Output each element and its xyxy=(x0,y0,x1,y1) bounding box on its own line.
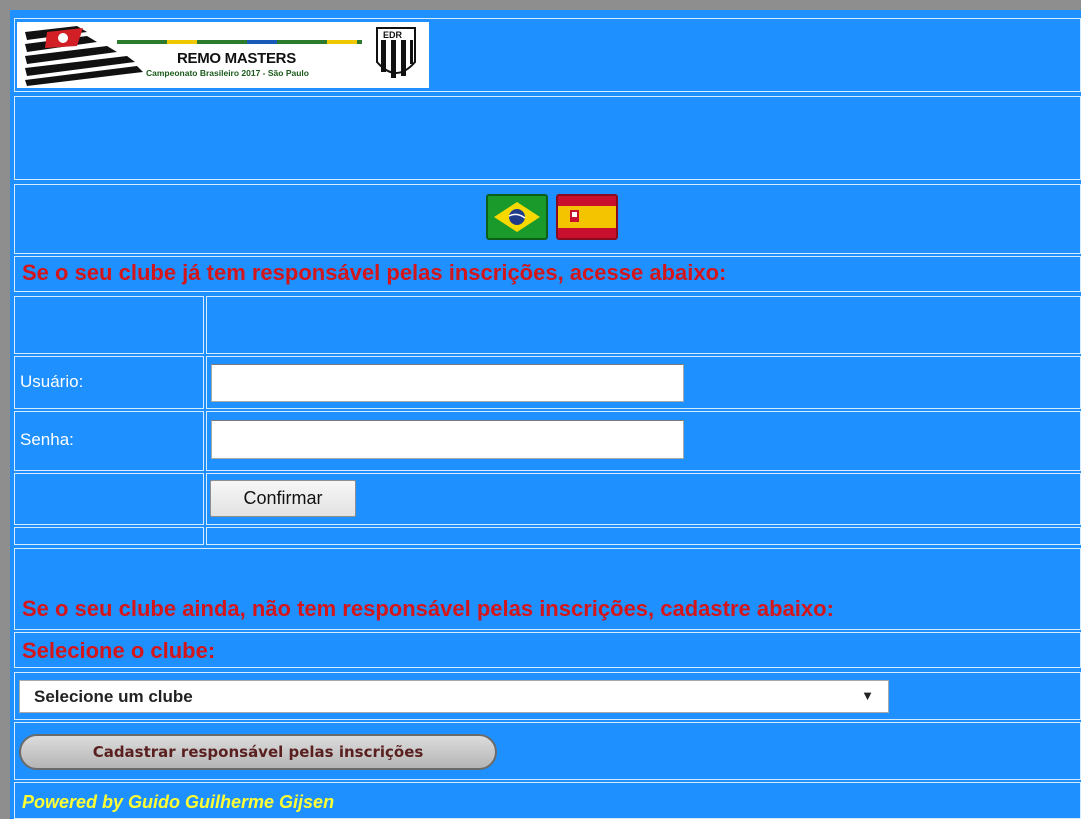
spain-flag-icon[interactable] xyxy=(556,194,618,240)
spain-flag-graphic xyxy=(558,206,616,228)
spacer-right xyxy=(206,527,1081,545)
brazil-flag-graphic xyxy=(494,202,540,232)
club-select-value: Selecione um clube xyxy=(34,687,193,706)
brazil-flag-icon[interactable] xyxy=(486,194,548,240)
logo-title: REMO MASTERS xyxy=(177,50,296,67)
browser-frame: REMO MASTERS Campeonato Brasileiro 2017 … xyxy=(0,0,1081,819)
crest-text: EDR xyxy=(383,30,403,40)
powered-by-text: Powered by Guido Guilherme Gijsen xyxy=(22,792,335,812)
password-input[interactable] xyxy=(211,420,684,459)
confirm-empty-cell xyxy=(14,473,204,525)
banner-row xyxy=(14,96,1081,180)
password-label: Senha: xyxy=(20,430,74,449)
logo-subtitle: Campeonato Brasileiro 2017 - São Paulo xyxy=(146,68,309,78)
register-heading: Se o seu clube ainda, não tem responsáve… xyxy=(22,596,834,621)
login-heading: Se o seu clube já tem responsável pelas … xyxy=(22,260,727,285)
select-club-heading: Selecione o clube: xyxy=(22,638,216,663)
spacer-left xyxy=(14,527,204,545)
club-select[interactable]: Selecione um clube ▼ xyxy=(19,680,889,713)
register-responsible-button[interactable]: Cadastrar responsável pelas inscrições xyxy=(19,734,497,770)
event-logo: REMO MASTERS Campeonato Brasileiro 2017 … xyxy=(17,22,429,88)
login-empty-right xyxy=(206,296,1081,354)
confirm-button[interactable]: Confirmar xyxy=(210,480,356,517)
username-input[interactable] xyxy=(211,364,684,402)
login-empty-left xyxy=(14,296,204,354)
dropdown-arrow-icon: ▼ xyxy=(861,688,874,703)
user-label: Usuário: xyxy=(20,372,84,391)
